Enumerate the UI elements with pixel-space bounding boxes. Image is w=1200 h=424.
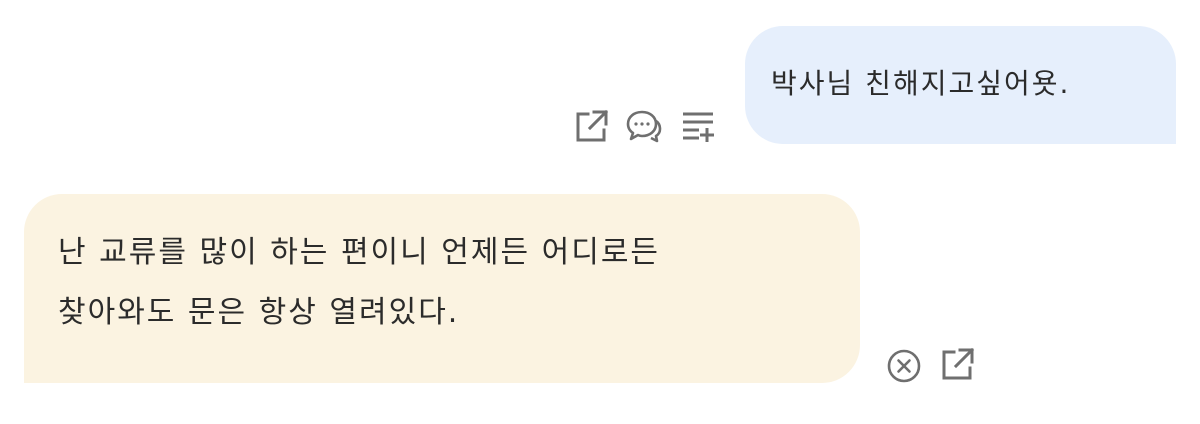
user-message-text: 박사님 친해지고싶어욧. [771, 67, 1071, 100]
share-external-icon[interactable] [574, 108, 610, 144]
bot-message-bubble: 난 교류를 많이 하는 편이니 언제든 어디로든 찾아와도 문은 항상 열려있다… [24, 194, 860, 383]
chat-bubbles-icon[interactable] [626, 108, 662, 144]
share-external-icon[interactable] [940, 346, 976, 382]
bot-message-line: 찾아와도 문은 항상 열려있다. [58, 295, 460, 330]
user-message-bubble: 박사님 친해지고싶어욧. [745, 26, 1176, 144]
bot-message-line: 난 교류를 많이 하는 편이니 언제든 어디로든 [58, 235, 661, 270]
add-to-playlist-icon[interactable] [681, 108, 717, 144]
close-circle-icon[interactable] [886, 348, 922, 384]
